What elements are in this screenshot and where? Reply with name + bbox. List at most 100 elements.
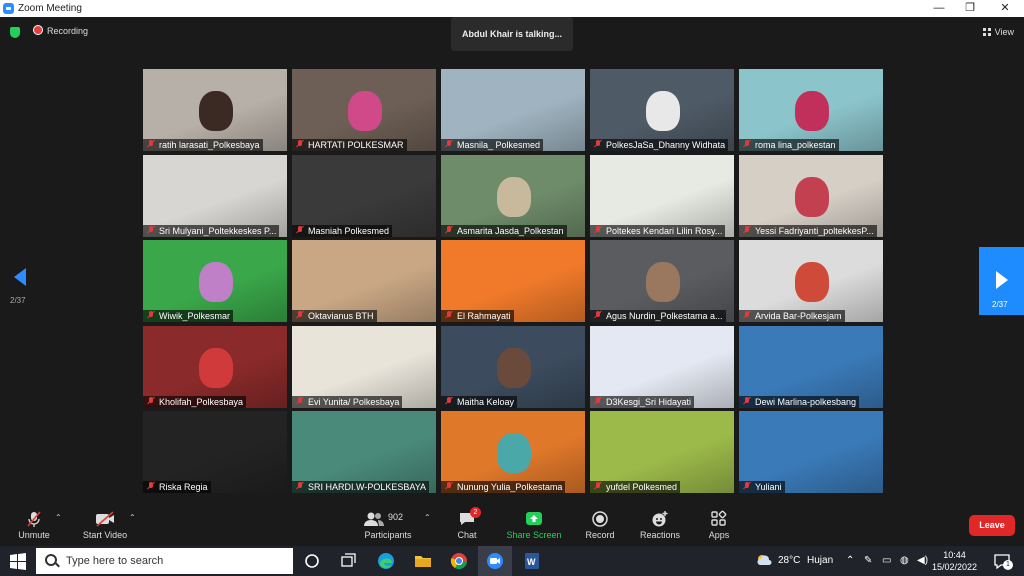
volume-icon[interactable]: ◀) bbox=[917, 555, 928, 566]
start-video-button[interactable]: Start Video bbox=[78, 510, 132, 540]
mic-muted-icon bbox=[594, 311, 602, 319]
network-icon[interactable]: ◍ bbox=[900, 555, 909, 566]
participant-tile[interactable]: PolkesJaSa_Dhanny Widhata bbox=[590, 69, 734, 151]
notifications-icon[interactable]: 1 bbox=[992, 551, 1013, 571]
mic-muted-icon bbox=[147, 482, 155, 490]
apps-button[interactable]: Apps bbox=[704, 510, 734, 540]
taskbar-search-input[interactable]: Type here to search bbox=[36, 548, 293, 574]
view-button[interactable]: View bbox=[982, 27, 1014, 37]
participant-tile[interactable]: roma lina_polkestan bbox=[739, 69, 883, 151]
participant-name: Masnila_ Polkesmed bbox=[441, 139, 544, 151]
participant-tile[interactable]: ratih larasati_Polkesbaya bbox=[143, 69, 287, 151]
word-app-icon[interactable]: W bbox=[522, 551, 542, 571]
mic-muted-icon bbox=[445, 311, 453, 319]
tray-overflow-chevron-icon[interactable]: ⌃ bbox=[846, 555, 854, 566]
windows-start-icon[interactable] bbox=[8, 551, 28, 571]
mic-muted-icon bbox=[743, 482, 751, 490]
mic-muted-icon bbox=[296, 140, 304, 148]
task-view-icon[interactable] bbox=[338, 551, 358, 571]
participant-tile[interactable]: Kholifah_Polkesbaya bbox=[143, 326, 287, 408]
participant-tile[interactable]: Riska Regia bbox=[143, 411, 287, 493]
participant-tile[interactable]: Yessi Fadriyanti_poltekkesP... bbox=[739, 155, 883, 237]
participant-tile[interactable]: El Rahmayati bbox=[441, 240, 585, 322]
mic-muted-icon bbox=[445, 226, 453, 234]
reactions-smiley-icon bbox=[638, 510, 682, 528]
weather-icon[interactable] bbox=[756, 553, 772, 570]
chat-icon: 2 bbox=[452, 507, 482, 528]
video-off-icon bbox=[78, 510, 132, 528]
participant-tile[interactable]: SRI HARDI.W-POLKESBAYA bbox=[292, 411, 436, 493]
participant-tile[interactable]: Oktavianus BTH bbox=[292, 240, 436, 322]
battery-icon[interactable]: ▭ bbox=[882, 555, 891, 566]
participant-tile[interactable]: D3Kesgi_Sri Hidayati bbox=[590, 326, 734, 408]
participant-tile[interactable]: Masnila_ Polkesmed bbox=[441, 69, 585, 151]
meeting-toolbar: Unmute ⌃ Start Video ⌃ 902 Participants … bbox=[0, 503, 1024, 546]
share-screen-label: Share Screen bbox=[506, 530, 562, 540]
participant-tile[interactable]: Maitha Keloay bbox=[441, 326, 585, 408]
pen-icon[interactable]: ✎ bbox=[864, 555, 872, 566]
participant-tile[interactable]: Nunung Yulia_Polkestama bbox=[441, 411, 585, 493]
participant-tile[interactable]: yufdel Polkesmed bbox=[590, 411, 734, 493]
audio-options-chevron-icon[interactable]: ⌃ bbox=[55, 513, 62, 522]
cortana-icon[interactable] bbox=[302, 551, 322, 571]
recording-indicator[interactable]: Recording bbox=[33, 25, 88, 36]
page-indicator-left: 2/37 bbox=[10, 296, 26, 305]
mic-muted-icon bbox=[743, 140, 751, 148]
minimize-button[interactable]: — bbox=[924, 1, 954, 16]
participant-tile[interactable]: Sri Mulyani_Poltekkeskes P... bbox=[143, 155, 287, 237]
start-video-label: Start Video bbox=[82, 530, 128, 540]
participant-name: Arvida Bar-Polkesjam bbox=[739, 310, 845, 322]
participant-tile[interactable]: Asmarita Jasda_Polkestan bbox=[441, 155, 585, 237]
leave-button[interactable]: Leave bbox=[969, 515, 1015, 536]
chrome-browser-icon[interactable] bbox=[449, 551, 469, 571]
arrow-right-icon bbox=[996, 271, 1008, 289]
encryption-shield-icon[interactable] bbox=[10, 27, 20, 38]
participant-name: Sri Mulyani_Poltekkeskes P... bbox=[143, 225, 280, 237]
participant-tile[interactable]: Yuliani bbox=[739, 411, 883, 493]
record-dot-icon bbox=[33, 25, 43, 35]
participant-name: Dewi Marlina-polkesbang bbox=[739, 396, 860, 408]
share-screen-button[interactable]: Share Screen bbox=[504, 510, 564, 540]
participant-name: Nunung Yulia_Polkestama bbox=[441, 481, 566, 493]
unmute-button[interactable]: Unmute bbox=[14, 510, 54, 540]
mic-muted-icon bbox=[445, 397, 453, 405]
participant-name: PolkesJaSa_Dhanny Widhata bbox=[590, 139, 729, 151]
mic-muted-icon bbox=[743, 397, 751, 405]
participant-tile[interactable]: Evi Yunita/ Polkesbaya bbox=[292, 326, 436, 408]
participants-chevron-icon[interactable]: ⌃ bbox=[424, 513, 431, 522]
participant-name: Asmarita Jasda_Polkestan bbox=[441, 225, 567, 237]
notification-count: 1 bbox=[1003, 560, 1013, 570]
taskbar-clock[interactable]: 10:44 15/02/2022 bbox=[932, 549, 977, 573]
mic-muted-icon bbox=[147, 226, 155, 234]
participant-tile[interactable]: Masniah Polkesmed bbox=[292, 155, 436, 237]
participant-name: Kholifah_Polkesbaya bbox=[143, 396, 247, 408]
record-button[interactable]: Record bbox=[582, 510, 618, 540]
participant-avatar bbox=[646, 262, 680, 302]
participant-avatar bbox=[497, 177, 531, 217]
chat-button[interactable]: 2 Chat bbox=[452, 507, 482, 540]
participant-name: Wiwik_Polkesmar bbox=[143, 310, 234, 322]
restore-button[interactable]: ❐ bbox=[955, 1, 985, 16]
video-options-chevron-icon[interactable]: ⌃ bbox=[129, 513, 136, 522]
share-screen-icon bbox=[504, 510, 564, 528]
mic-muted-icon bbox=[594, 397, 602, 405]
participant-tile[interactable]: Dewi Marlina-polkesbang bbox=[739, 326, 883, 408]
participant-avatar bbox=[199, 262, 233, 302]
close-button[interactable]: ✕ bbox=[990, 1, 1020, 16]
mic-muted-icon bbox=[743, 226, 751, 234]
arrow-left-icon bbox=[14, 268, 26, 286]
participant-tile[interactable]: Poltekes Kendari Lilin Rosy... bbox=[590, 155, 734, 237]
zoom-taskbar-active[interactable] bbox=[478, 546, 512, 576]
window-titlebar: Zoom Meeting — ❐ ✕ bbox=[0, 0, 1024, 17]
file-explorer-icon[interactable] bbox=[413, 551, 433, 571]
participant-tile[interactable]: Wiwik_Polkesmar bbox=[143, 240, 287, 322]
participant-tile[interactable]: Arvida Bar-Polkesjam bbox=[739, 240, 883, 322]
previous-page-button[interactable]: 2/37 bbox=[10, 268, 26, 305]
participant-tile[interactable]: HARTATI POLKESMAR bbox=[292, 69, 436, 151]
participants-button[interactable]: 902 Participants bbox=[360, 510, 416, 540]
next-page-button[interactable]: 2/37 bbox=[979, 247, 1024, 315]
reactions-button[interactable]: Reactions bbox=[638, 510, 682, 540]
participant-tile[interactable]: Agus Nurdin_Polkestama a... bbox=[590, 240, 734, 322]
participants-label: Participants bbox=[364, 530, 412, 540]
edge-browser-icon[interactable] bbox=[376, 551, 396, 571]
